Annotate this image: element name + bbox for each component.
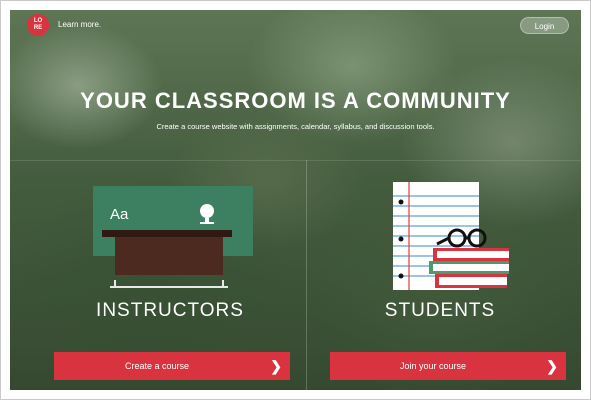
chevron-right-icon: ❯ (270, 358, 282, 374)
chalkboard-text: Aa (110, 206, 129, 223)
books-stack (429, 248, 509, 288)
desk-body (115, 237, 223, 275)
learn-more-link[interactable]: Learn more. (58, 20, 101, 29)
desk-base (110, 280, 228, 288)
chevron-right-icon: ❯ (546, 358, 558, 374)
join-course-button[interactable]: Join your course ❯ (330, 352, 566, 380)
page-subtitle: Create a course website with assignments… (156, 122, 435, 131)
lore-logo[interactable]: LO RE (27, 14, 49, 36)
instructors-heading: INSTRUCTORS (96, 300, 244, 321)
students-heading: STUDENTS (384, 300, 496, 321)
login-button[interactable]: Login (520, 17, 569, 34)
create-course-label: Create a course (124, 361, 190, 371)
panel-divider (306, 160, 307, 390)
notebook-books-illustration (393, 182, 509, 290)
panel-top-divider (10, 160, 581, 161)
chalkboard-desk-illustration: Aa (93, 186, 253, 288)
page-title: YOUR CLASSROOM IS A COMMUNITY (80, 88, 511, 113)
create-course-button[interactable]: Create a course ❯ (54, 352, 290, 380)
desk-top (102, 230, 232, 237)
logo-text: LO RE (33, 18, 43, 31)
join-course-label: Join your course (399, 361, 467, 371)
